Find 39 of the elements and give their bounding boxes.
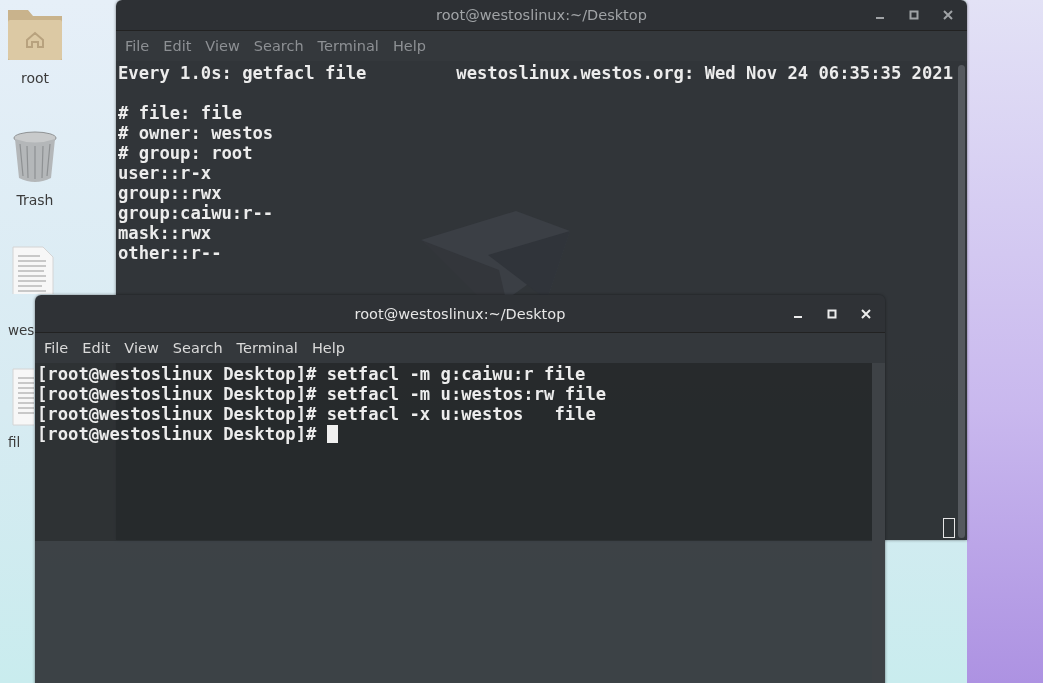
icon-label: root: [20, 70, 50, 86]
text-cursor: [943, 518, 955, 538]
terminal-line: [root@westoslinux Desktop]# setfacl -x u:westos file: [37, 404, 596, 424]
menu-item[interactable]: Help: [385, 38, 433, 54]
terminal-line: group:caiwu:r--: [118, 203, 274, 223]
terminal-line: Every 1.0s: getfacl file: [118, 63, 367, 83]
terminal-line: westoslinux.westos.org: Wed Nov 24 06:35:35 2021: [456, 63, 953, 83]
terminal-line: [root@westoslinux Desktop]# setfacl -m u:westos:rw file: [37, 384, 607, 404]
menu-item[interactable]: Terminal: [229, 340, 305, 356]
menu-item[interactable]: Terminal: [310, 38, 386, 54]
menu-item[interactable]: File: [37, 340, 76, 356]
menu-item[interactable]: Search: [246, 38, 311, 54]
icon-label: Trash: [16, 192, 54, 208]
maximize-icon[interactable]: [909, 10, 919, 20]
terminal-line: [root@westoslinux Desktop]#: [37, 424, 318, 444]
window-title: root@westoslinux:~/Desktop: [354, 305, 566, 322]
menu-item[interactable]: Edit: [156, 38, 199, 54]
window-title: root@westoslinux:~/Desktop: [436, 7, 647, 23]
terminal-line: user::r-x: [118, 163, 212, 183]
trash-icon[interactable]: [12, 130, 58, 184]
terminal-line: # file: file: [118, 103, 243, 123]
menu-item[interactable]: Help: [304, 340, 352, 356]
menu-item[interactable]: Search: [165, 340, 230, 356]
close-icon[interactable]: [943, 10, 953, 20]
menu-item[interactable]: Edit: [75, 340, 118, 356]
terminal-line: # owner: westos: [118, 123, 274, 143]
terminal-line: other::r--: [118, 243, 222, 263]
text-cursor: [326, 425, 338, 443]
terminal-line: group::rwx: [118, 183, 222, 203]
menu-item[interactable]: View: [117, 340, 166, 356]
terminal-line: # group: root: [118, 143, 253, 163]
scrollbar[interactable]: [872, 363, 885, 683]
menu-item[interactable]: File: [118, 38, 157, 54]
icon-label: fil: [8, 434, 21, 450]
icon-label: wes: [8, 322, 35, 338]
menu-item[interactable]: View: [198, 38, 247, 54]
terminal-line: mask::rwx: [118, 223, 212, 243]
terminal-line: [root@westoslinux Desktop]# setfacl -m g:caiwu:r file: [37, 364, 586, 384]
scrollbar[interactable]: [958, 65, 965, 538]
